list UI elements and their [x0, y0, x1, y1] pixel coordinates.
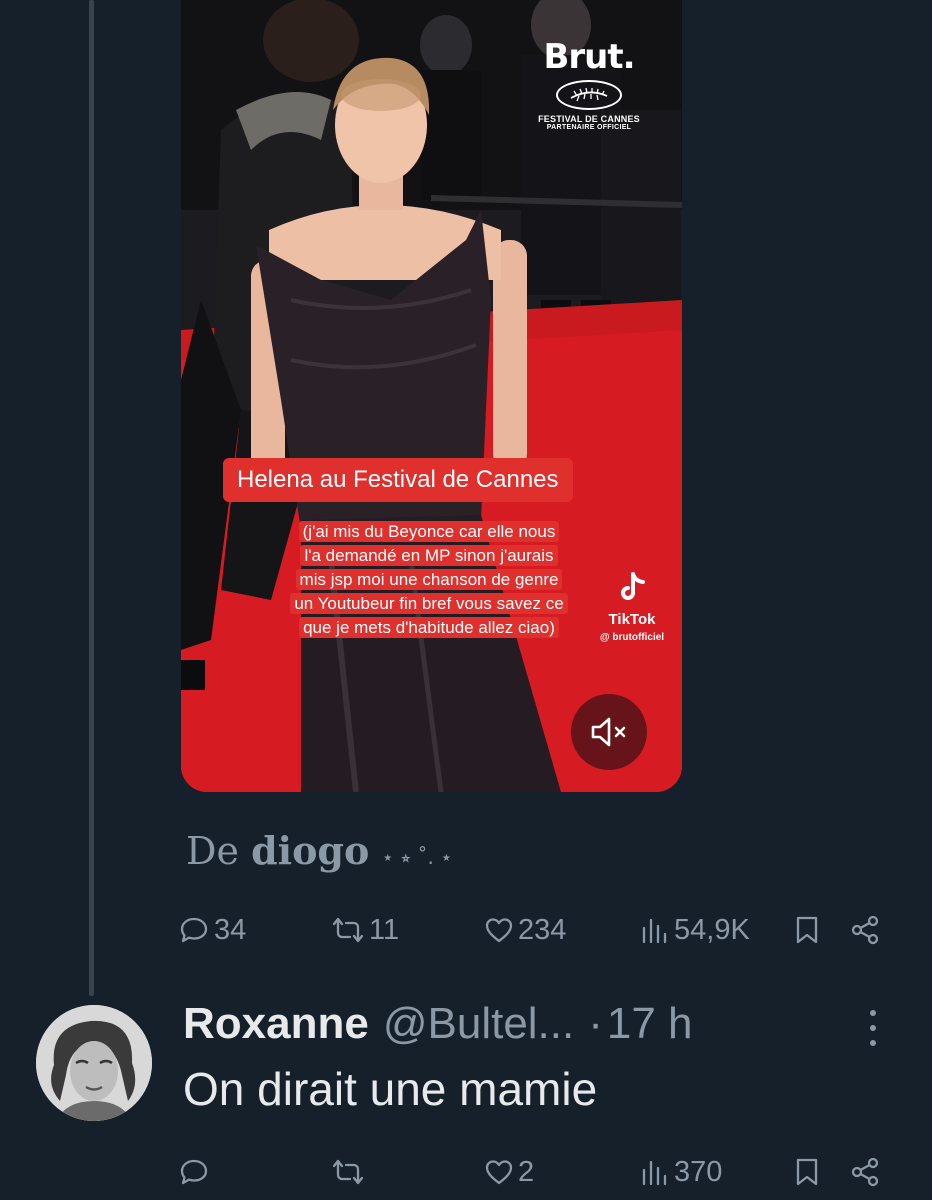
retweet-button[interactable]: [330, 1152, 372, 1192]
thread-connector-line: [89, 0, 94, 996]
tiktok-handle: @ brutofficiel: [599, 632, 665, 643]
views-button[interactable]: 370: [640, 1152, 722, 1192]
retweet-button[interactable]: 11: [330, 910, 399, 950]
views-count: 370: [674, 1155, 723, 1188]
retweet-icon: [332, 1159, 364, 1185]
views-chart-icon: [642, 1160, 667, 1186]
bookmark-icon: [796, 916, 818, 944]
like-button[interactable]: 234: [484, 910, 566, 950]
bookmark-icon: [796, 1158, 818, 1186]
video-caption-title: Helena au Festival de Cannes: [223, 458, 573, 502]
reply-header: Roxanne @Bultel... · 17 h: [183, 996, 693, 1052]
heart-icon: [485, 1160, 513, 1185]
reply-button[interactable]: 34: [180, 910, 246, 950]
like-count: 234: [518, 913, 567, 946]
source-prefix: De: [186, 829, 239, 873]
caption-line: un Youtubeur fin bref vous savez ce: [290, 593, 568, 614]
share-button[interactable]: [850, 910, 880, 950]
video-caption-body: (j'ai mis du Beyonce car elle nous l'a d…: [267, 520, 591, 640]
palme-icon: [556, 80, 622, 110]
reply-button[interactable]: [180, 1152, 214, 1192]
reply-count: 34: [214, 913, 247, 946]
caption-line: l'a demandé en MP sinon j'aurais: [300, 545, 558, 566]
share-icon: [851, 1157, 879, 1187]
separator-dot: ·: [588, 999, 603, 1048]
bookmark-button[interactable]: [794, 1152, 820, 1192]
reply-action-bar: 2 370: [0, 1152, 932, 1192]
brut-subtitle-festival: FESTIVAL DE CANNES: [538, 114, 640, 124]
reply-icon: [180, 917, 208, 943]
heart-icon: [485, 918, 513, 943]
like-count: 2: [518, 1155, 535, 1188]
mute-button[interactable]: [571, 694, 647, 770]
retweet-icon: [332, 917, 364, 943]
video-player[interactable]: Brut. FESTIVAL DE CANNES PARTENAIRE OFFI…: [181, 0, 682, 792]
more-dot-icon: [870, 1025, 876, 1031]
brut-watermark: Brut. FESTIVAL DE CANNES PARTENAIRE OFFI…: [534, 38, 644, 131]
caption-line: mis jsp moi une chanson de genre: [295, 569, 563, 590]
views-button[interactable]: 54,9K: [640, 910, 750, 950]
source-name: diogo: [251, 828, 370, 873]
brut-subtitle-partner: PARTENAIRE OFFICIEL: [546, 124, 632, 131]
reply-timestamp[interactable]: 17 h: [607, 999, 693, 1049]
share-button[interactable]: [850, 1152, 880, 1192]
brut-brand-name: Brut.: [543, 37, 635, 77]
tiktok-label: TikTok: [608, 611, 656, 628]
speaker-muted-icon: [591, 717, 626, 747]
tiktok-icon: [621, 572, 645, 600]
more-options-button[interactable]: [858, 1004, 888, 1052]
like-button[interactable]: 2: [484, 1152, 534, 1192]
reply-author-handle[interactable]: @Bultel...: [383, 999, 574, 1049]
avatar[interactable]: [36, 1005, 152, 1121]
retweet-count: 11: [369, 913, 400, 946]
views-chart-icon: [642, 918, 667, 944]
tweet-action-bar: 34 11 234 54,9K: [0, 910, 932, 950]
tiktok-watermark: TikTok @ brutofficiel: [583, 572, 681, 643]
source-stars: ⋆ ⭒ ˚. ⋆: [381, 845, 453, 869]
avatar-photo: [36, 1005, 152, 1121]
reply-author-name[interactable]: Roxanne: [183, 999, 369, 1049]
reply-text: On dirait une mamie: [183, 1063, 598, 1115]
views-count: 54,9K: [674, 913, 750, 946]
reply-icon: [180, 1159, 208, 1185]
bookmark-button[interactable]: [794, 910, 820, 950]
more-dot-icon: [870, 1010, 876, 1016]
video-source-attribution[interactable]: De diogo ⋆ ⭒ ˚. ⋆: [186, 828, 453, 873]
more-dot-icon: [870, 1040, 876, 1046]
caption-line: que je mets d'habitude allez ciao): [299, 617, 559, 638]
share-icon: [851, 915, 879, 945]
tweet-thread-page: Brut. FESTIVAL DE CANNES PARTENAIRE OFFI…: [0, 0, 932, 1200]
caption-line: (j'ai mis du Beyonce car elle nous: [298, 521, 560, 542]
